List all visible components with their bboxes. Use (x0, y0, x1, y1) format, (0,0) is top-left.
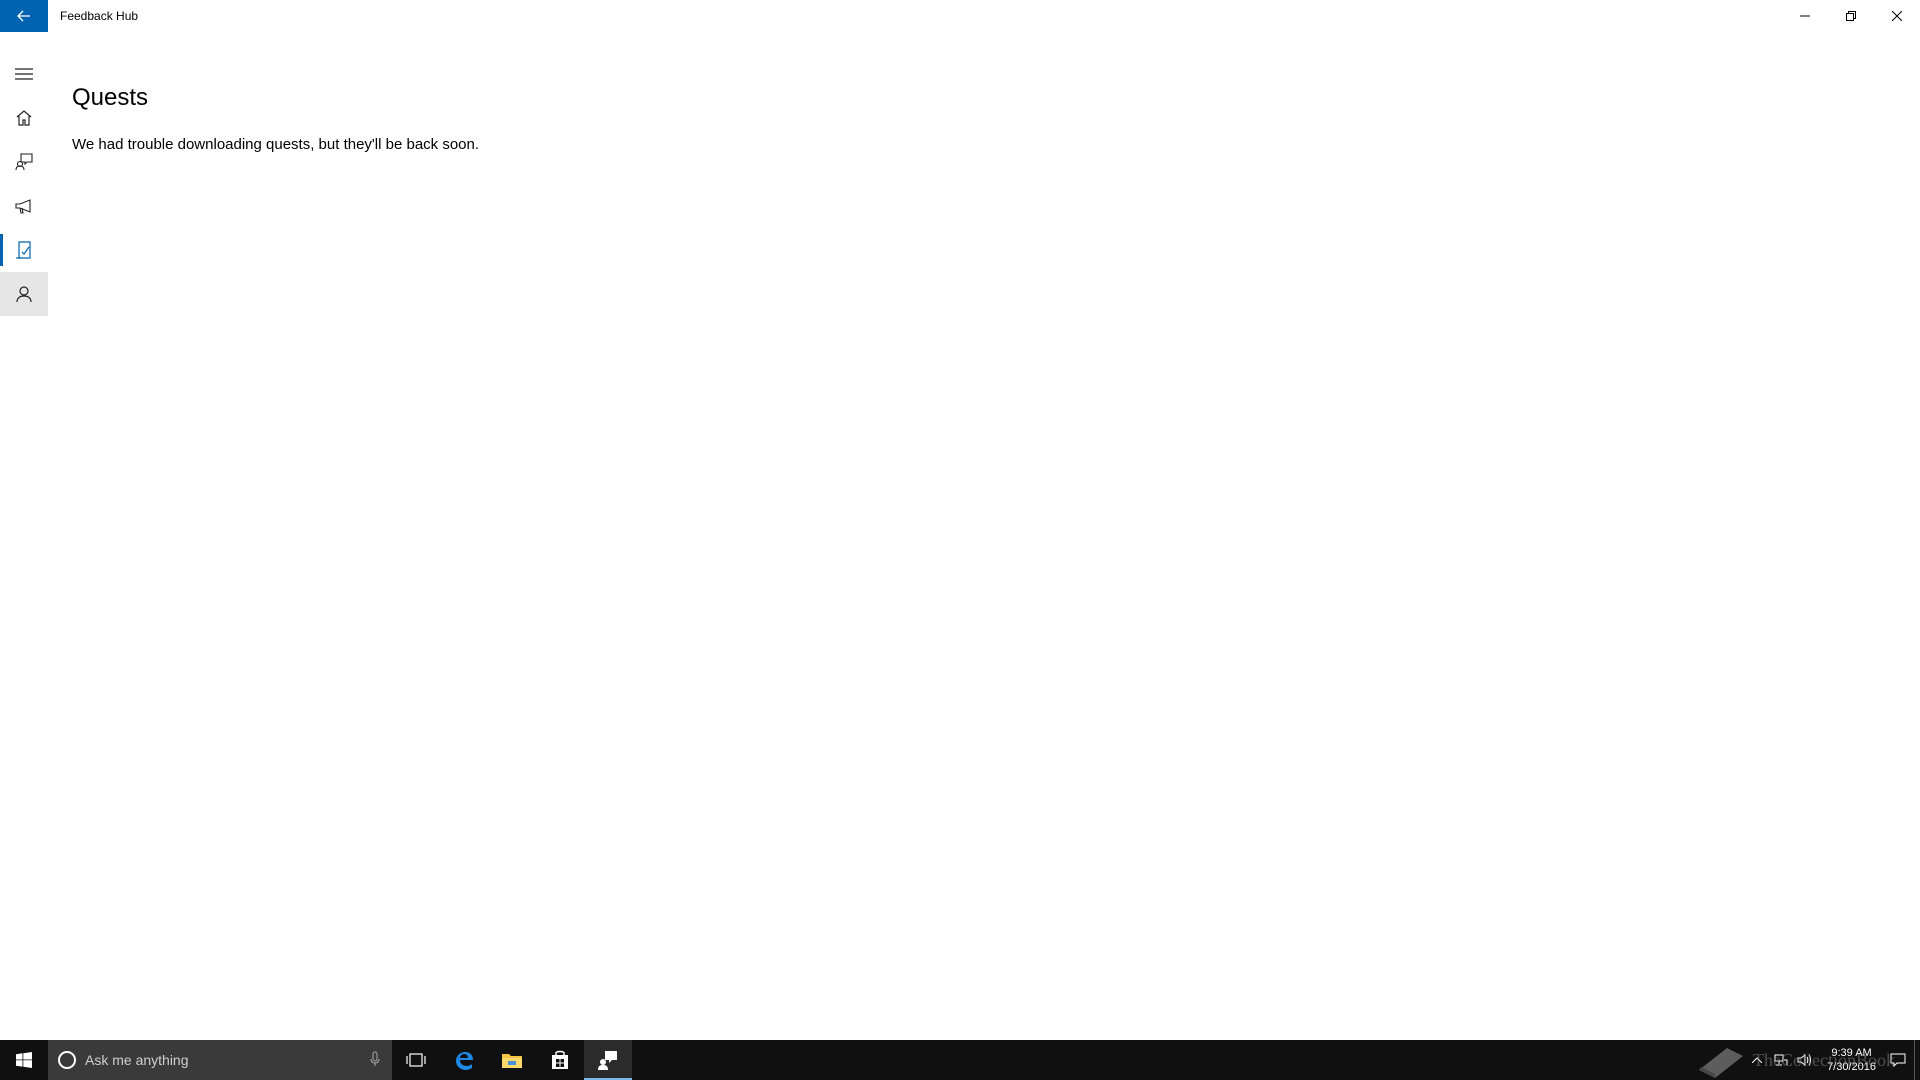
task-view-icon (406, 1053, 426, 1067)
store-taskbar-button[interactable] (536, 1040, 584, 1080)
action-center-button[interactable] (1886, 1040, 1910, 1080)
restore-icon (1846, 11, 1856, 21)
search-box[interactable]: Ask me anything (48, 1040, 392, 1080)
task-view-button[interactable] (392, 1040, 440, 1080)
show-desktop-button[interactable] (1914, 1040, 1920, 1080)
taskbar: Ask me anything TheCollectionBook 9:39 A… (0, 1040, 1920, 1080)
feedback-icon (15, 153, 33, 171)
error-message: We had trouble downloading quests, but t… (72, 136, 480, 153)
clock-time: 9:39 AM (1831, 1047, 1872, 1059)
close-button[interactable] (1874, 0, 1920, 32)
home-icon (16, 110, 32, 126)
minimize-icon (1800, 15, 1810, 17)
quests-icon (16, 241, 31, 259)
close-icon (1892, 11, 1902, 21)
restore-button[interactable] (1828, 0, 1874, 32)
file-explorer-taskbar-button[interactable] (488, 1040, 536, 1080)
system-tray: TheCollectionBook 9:39 AM 7/30/2016 (1699, 1040, 1920, 1080)
nav-quests[interactable] (0, 228, 48, 272)
megaphone-icon (15, 199, 31, 214)
book-icon (1699, 1048, 1744, 1078)
clock-date: 7/30/2016 (1827, 1061, 1876, 1073)
hamburger-icon (15, 68, 33, 80)
minimize-button[interactable] (1782, 0, 1828, 32)
microphone-icon[interactable] (370, 1051, 380, 1067)
folder-icon (502, 1054, 522, 1068)
arrow-left-icon (17, 10, 30, 22)
page-title: Quests (72, 84, 149, 111)
nav-menu-button[interactable] (0, 52, 48, 96)
window-title: Feedback Hub (60, 9, 139, 23)
edge-icon (456, 1052, 473, 1070)
main-content: Quests We had trouble downloading quests… (72, 84, 479, 153)
chevron-up-icon (1752, 1057, 1763, 1063)
cortana-icon (58, 1051, 76, 1069)
volume-button[interactable] (1793, 1040, 1817, 1080)
nav-profile[interactable] (0, 272, 48, 316)
show-hidden-icons-button[interactable] (1745, 1040, 1769, 1080)
nav-announcements[interactable] (0, 184, 48, 228)
edge-taskbar-button[interactable] (440, 1040, 488, 1080)
back-button[interactable] (0, 0, 48, 32)
network-button[interactable] (1769, 1040, 1793, 1080)
nav-feedback[interactable] (0, 140, 48, 184)
clock[interactable]: 9:39 AM 7/30/2016 (1827, 1046, 1876, 1074)
nav-home[interactable] (0, 96, 48, 140)
feedback-hub-taskbar-button[interactable] (584, 1040, 632, 1080)
person-icon (16, 286, 32, 303)
network-icon (1774, 1054, 1788, 1066)
start-button[interactable] (0, 1040, 48, 1080)
volume-icon (1797, 1054, 1812, 1066)
store-icon (552, 1050, 568, 1069)
window-controls (1782, 0, 1920, 32)
windows-logo-icon (16, 1052, 32, 1068)
search-placeholder: Ask me anything (85, 1052, 189, 1068)
feedback-hub-icon (598, 1051, 617, 1070)
nav-rail (0, 32, 48, 1040)
notifications-icon (1890, 1053, 1906, 1067)
title-bar: Feedback Hub (0, 0, 1920, 32)
